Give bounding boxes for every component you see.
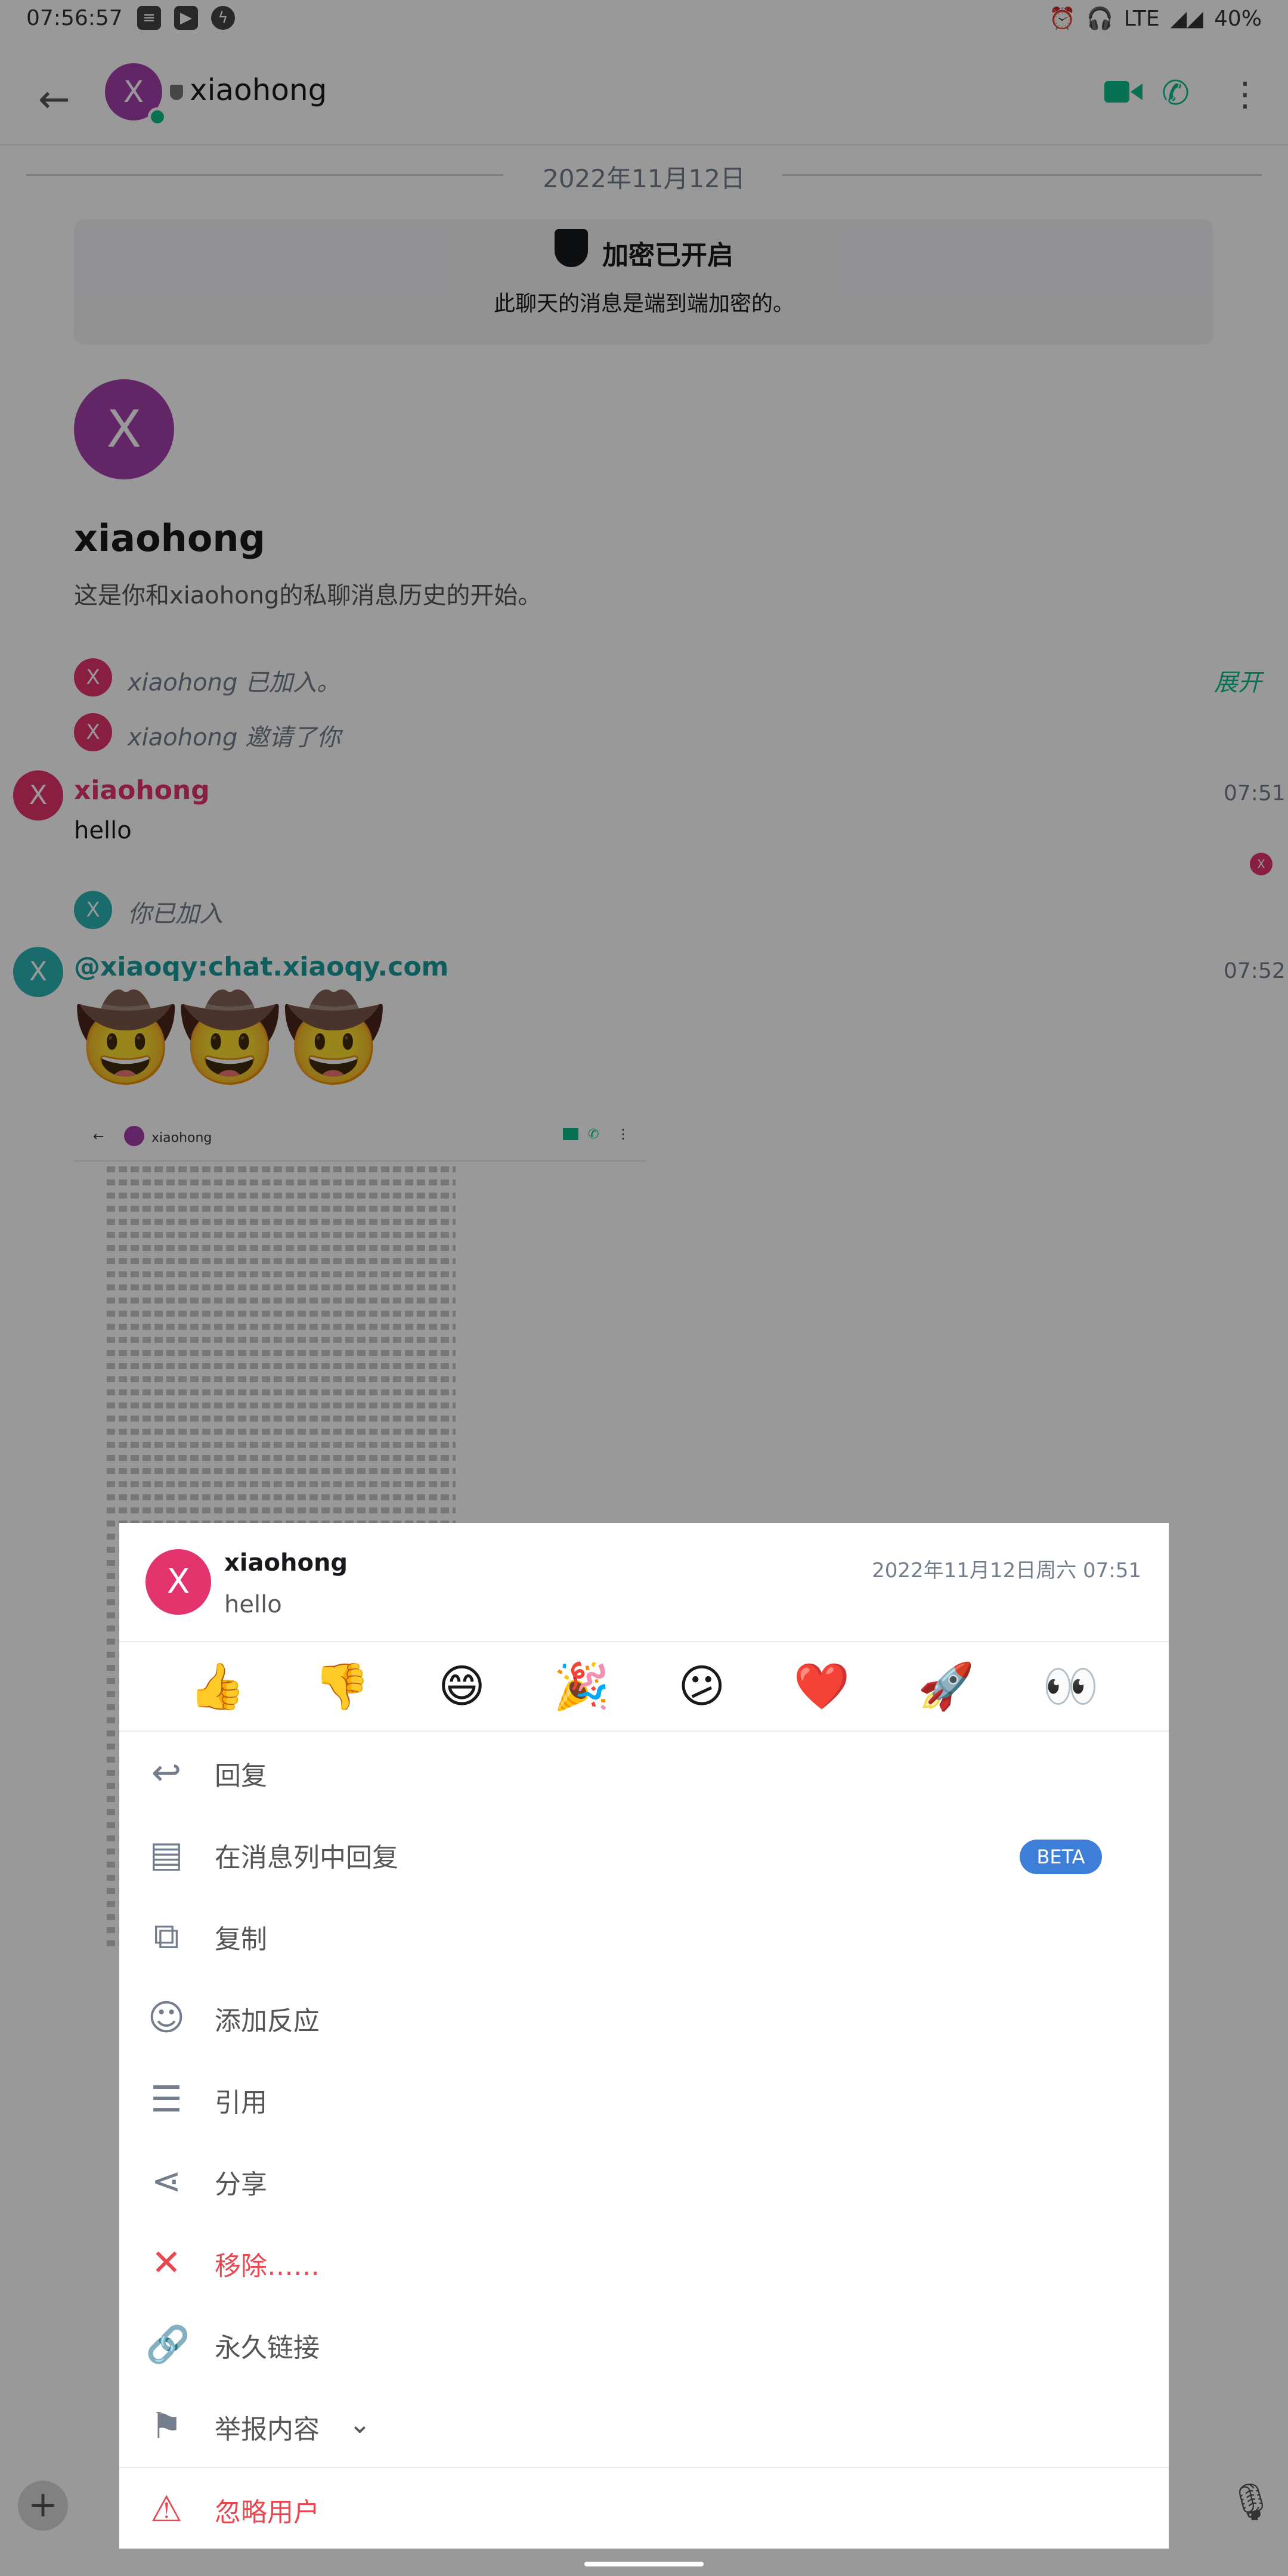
menu-item-reply[interactable]: ↩ 回复	[119, 1732, 1169, 1813]
copy-icon: ⧉	[153, 1915, 179, 1957]
menu-item-permalink[interactable]: 🔗 永久链接	[119, 2303, 1169, 2385]
menu-item-ignore-user[interactable]: ⚠ 忽略用户	[119, 2468, 1169, 2550]
reaction-party[interactable]: 🎉	[553, 1664, 610, 1709]
menu-item-copy[interactable]: ⧉ 复制	[119, 1895, 1169, 1977]
warning-icon: ⚠	[150, 2488, 182, 2530]
chevron-down-icon[interactable]: ⌄	[349, 2409, 371, 2439]
menu-item-reply-in-thread[interactable]: ▤ 在消息列中回复 BETA	[119, 1813, 1169, 1895]
flag-icon: ⚑	[150, 2405, 182, 2447]
reaction-heart[interactable]: ❤️	[794, 1664, 850, 1709]
reaction-rocket[interactable]: 🚀	[918, 1664, 974, 1709]
menu-item-share[interactable]: ⋖ 分享	[119, 2140, 1169, 2222]
sheet-message-preview: hello	[224, 1591, 282, 1618]
reaction-smile[interactable]: 😄	[438, 1664, 485, 1709]
reaction-eyes[interactable]: 👀	[1042, 1664, 1099, 1709]
menu-item-report[interactable]: ⚑ 举报内容 ⌄	[119, 2385, 1169, 2467]
sheet-timestamp: 2022年11月12日周六 07:51	[872, 1559, 1141, 1583]
beta-badge: BETA	[1020, 1840, 1102, 1874]
reply-icon: ↩	[151, 1752, 182, 1794]
menu-item-remove[interactable]: ✕ 移除……	[119, 2222, 1169, 2303]
menu-item-add-reaction[interactable]: ☺ 添加反应	[119, 1977, 1169, 2058]
link-icon: 🔗	[145, 2324, 190, 2366]
menu-item-quote[interactable]: ☰ 引用	[119, 2058, 1169, 2140]
home-indicator[interactable]	[584, 2562, 704, 2566]
reaction-thumbs-up[interactable]: 👍	[189, 1664, 246, 1709]
sheet-sender-name: xiaohong	[224, 1549, 348, 1577]
add-reaction-icon: ☺	[147, 1997, 185, 2039]
thread-icon: ▤	[149, 1834, 184, 1875]
reaction-confused[interactable]: 😕	[678, 1664, 725, 1709]
close-icon: ✕	[151, 2242, 182, 2284]
quick-reactions: 👍 👎 😄 🎉 😕 ❤️ 🚀 👀	[119, 1642, 1169, 1730]
avatar: X	[145, 1549, 211, 1615]
message-actions-sheet: X xiaohong 2022年11月12日周六 07:51 hello 👍 👎…	[119, 1523, 1169, 2549]
share-icon: ⋖	[151, 2160, 182, 2202]
reaction-thumbs-down[interactable]: 👎	[314, 1664, 370, 1709]
quote-icon: ☰	[150, 2079, 182, 2120]
